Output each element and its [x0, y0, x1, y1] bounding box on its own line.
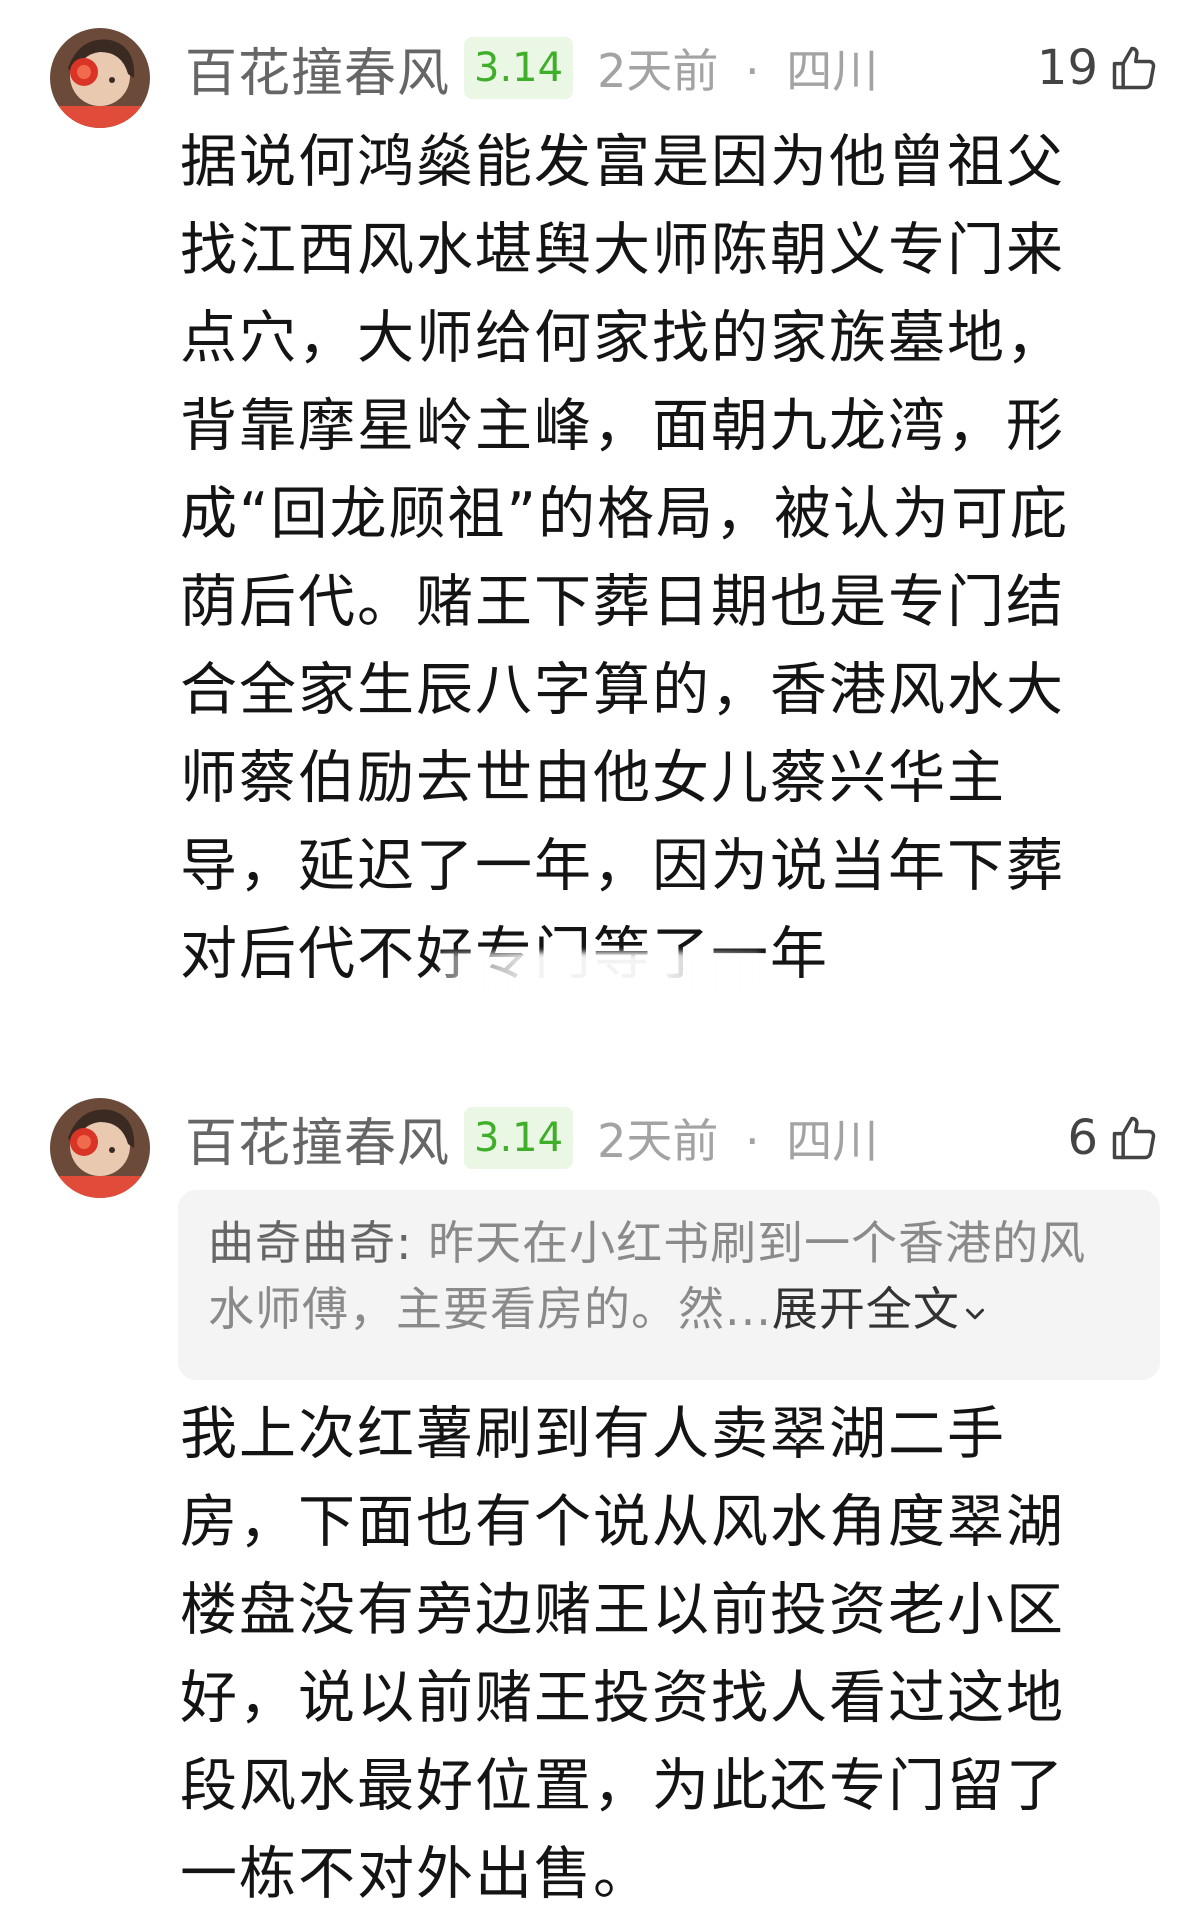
like-button[interactable]: 19	[1037, 40, 1160, 96]
meta-separator: ·	[744, 1114, 760, 1168]
comment-meta: 2天前 · 四川	[597, 1105, 878, 1171]
avatar[interactable]	[50, 1098, 150, 1198]
quoted-author[interactable]: 曲奇曲奇:	[208, 1216, 413, 1270]
level-badge: 3.14	[464, 1107, 574, 1169]
comment-header: 百花撞春风 3.14 2天前 · 四川 6	[185, 1098, 1160, 1178]
comment-time: 2天前	[597, 1114, 719, 1168]
comment-text: 我上次红薯刷到有人卖翠湖二手房，下面也有个说从风水角度翠湖楼盘没有旁边赌王以前投…	[180, 1401, 1065, 1907]
comment-time: 2天前	[597, 44, 719, 98]
thumbs-up-icon[interactable]	[1108, 1112, 1160, 1164]
avatar[interactable]	[50, 28, 150, 128]
like-count: 19	[1036, 40, 1098, 96]
username[interactable]: 百花撞春风	[185, 31, 450, 106]
quoted-reply[interactable]: 曲奇曲奇: 昨天在小红书刷到一个香港的风水师傅，主要看房的。然...展开全文	[178, 1190, 1160, 1380]
comment-location: 四川	[786, 44, 879, 98]
comment-text: 据说何鸿燊能发富是因为他曾祖父找江西风水堪舆大师陈朝义专门来点穴，大师给何家找的…	[180, 129, 1070, 987]
chevron-down-icon	[960, 1280, 990, 1346]
meta-separator: ·	[744, 44, 760, 98]
comment-header: 百花撞春风 3.14 2天前 · 四川 19	[185, 28, 1160, 108]
comment-location: 四川	[786, 1114, 879, 1168]
like-count: 6	[1067, 1110, 1098, 1166]
text-fade-overlay	[440, 952, 760, 996]
username[interactable]: 百花撞春风	[185, 1101, 450, 1176]
level-badge: 3.14	[464, 37, 574, 99]
thumbs-up-icon[interactable]	[1108, 42, 1160, 94]
comment-meta: 2天前 · 四川	[597, 35, 878, 101]
expand-full-text-link[interactable]: 展开全文	[772, 1282, 990, 1336]
expand-label: 展开全文	[771, 1282, 960, 1336]
like-button[interactable]: 6	[1067, 1110, 1160, 1166]
